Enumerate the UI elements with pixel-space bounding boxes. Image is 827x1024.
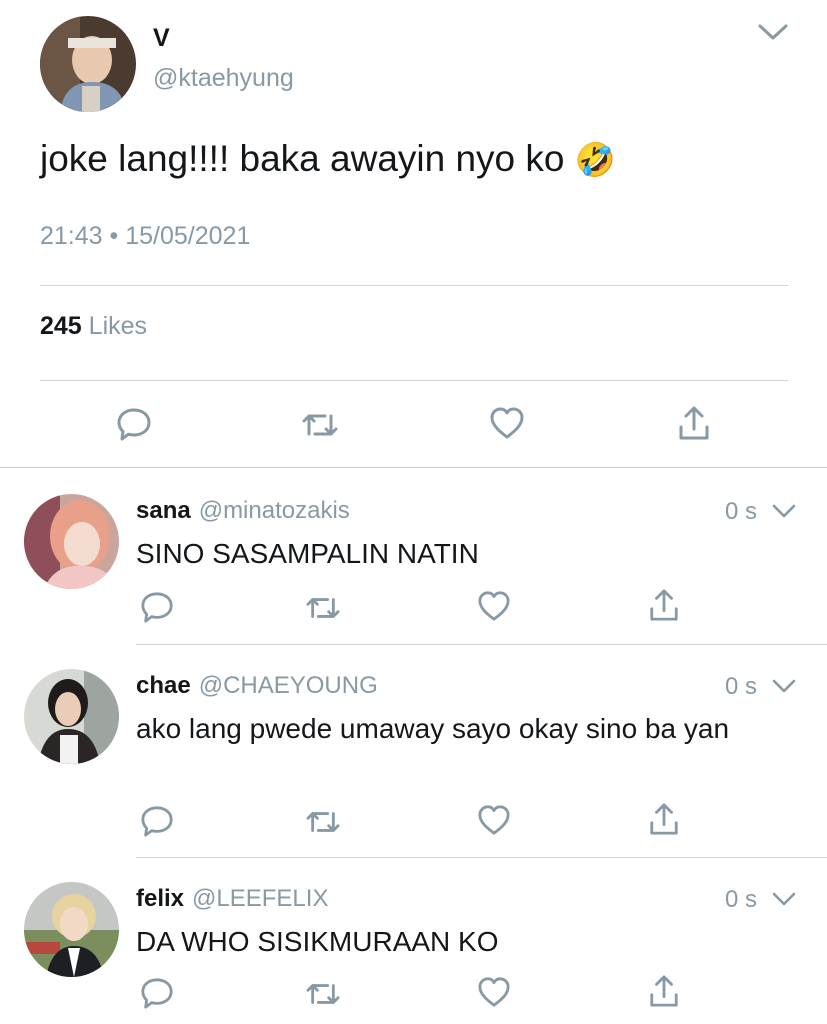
reply-avatar[interactable] [24,669,119,764]
retweet-icon [306,984,340,1004]
section-divider [0,467,827,468]
likes-count: 245 [40,312,82,340]
retweet-icon [306,598,340,618]
share-button[interactable] [648,588,680,622]
reply-timestamp: 0 s [725,886,758,913]
reply-handle[interactable]: @CHAEYOUNG [199,672,378,699]
likes-label: Likes [88,312,148,340]
like-icon [478,977,510,1007]
reply-icon [117,408,151,441]
reply-button[interactable] [140,590,174,624]
reply-header: sana @minatozakis [136,497,350,525]
reply-text: DA WHO SISIKMURAAN KO [136,926,499,957]
reply-display-name[interactable]: chae [136,672,191,699]
likes-count-row[interactable]: 245 Likes [40,312,147,341]
reply-avatar[interactable] [24,882,119,977]
divider [40,380,788,381]
tweet-text: joke lang!!!! baka awayin nyo ko [40,138,565,179]
divider [40,285,788,286]
share-button[interactable] [648,802,680,836]
reply-button[interactable] [140,976,174,1010]
share-button[interactable] [677,405,711,441]
reply-handle[interactable]: @minatozakis [199,497,350,524]
timestamp-separator: • [109,222,119,250]
like-button[interactable] [477,590,511,622]
tweet-display-name[interactable]: V [153,24,170,53]
like-button[interactable] [477,976,511,1008]
like-button[interactable] [489,406,525,440]
like-button[interactable] [477,804,511,836]
chevron-down-icon[interactable] [757,22,789,42]
tweet-handle[interactable]: @ktaehyung [153,64,294,93]
share-icon [650,589,678,621]
reply-icon [141,978,173,1009]
reply-button[interactable] [140,804,174,838]
retweet-icon [306,812,340,832]
like-icon [478,805,510,835]
reply-button[interactable] [116,406,152,442]
chevron-down-icon[interactable] [771,503,797,519]
reply-text: ako lang pwede umaway sayo okay sino ba … [136,713,730,744]
reply-text: SINO SASAMPALIN NATIN [136,538,479,569]
like-icon [490,407,524,439]
reply-timestamp: 0 s [725,673,758,700]
share-icon [650,975,678,1007]
reply-timestamp: 0 s [725,498,758,525]
chevron-down-icon[interactable] [771,678,797,694]
like-icon [478,591,510,621]
reply-header: chae @CHAEYOUNG [136,672,378,700]
reply-icon [141,592,173,623]
rofl-emoji: 🤣 [574,141,616,178]
reply-display-name[interactable]: felix [136,885,184,912]
reply-display-name[interactable]: sana [136,497,191,524]
reply-avatar[interactable] [24,494,119,589]
retweet-button[interactable] [305,592,341,624]
share-icon [650,803,678,835]
reply-header: felix @LEEFELIX [136,885,328,913]
main-avatar[interactable] [40,16,136,112]
reply-divider [136,857,827,858]
reply-icon [141,806,173,837]
retweet-icon [302,414,338,436]
retweet-button[interactable] [305,806,341,838]
reply-handle[interactable]: @LEEFELIX [192,885,328,912]
tweet-timestamp: 21:43 • 15/05/2021 [40,222,250,251]
retweet-button[interactable] [301,408,339,442]
tweet-time: 21:43 [40,222,103,250]
tweet-date: 15/05/2021 [125,222,251,250]
tweet-text-row: joke lang!!!! baka awayin nyo ko 🤣 [40,136,616,183]
chevron-down-icon[interactable] [771,891,797,907]
share-icon [679,406,709,440]
retweet-button[interactable] [305,978,341,1010]
reply-divider [136,644,827,645]
share-button[interactable] [648,974,680,1008]
